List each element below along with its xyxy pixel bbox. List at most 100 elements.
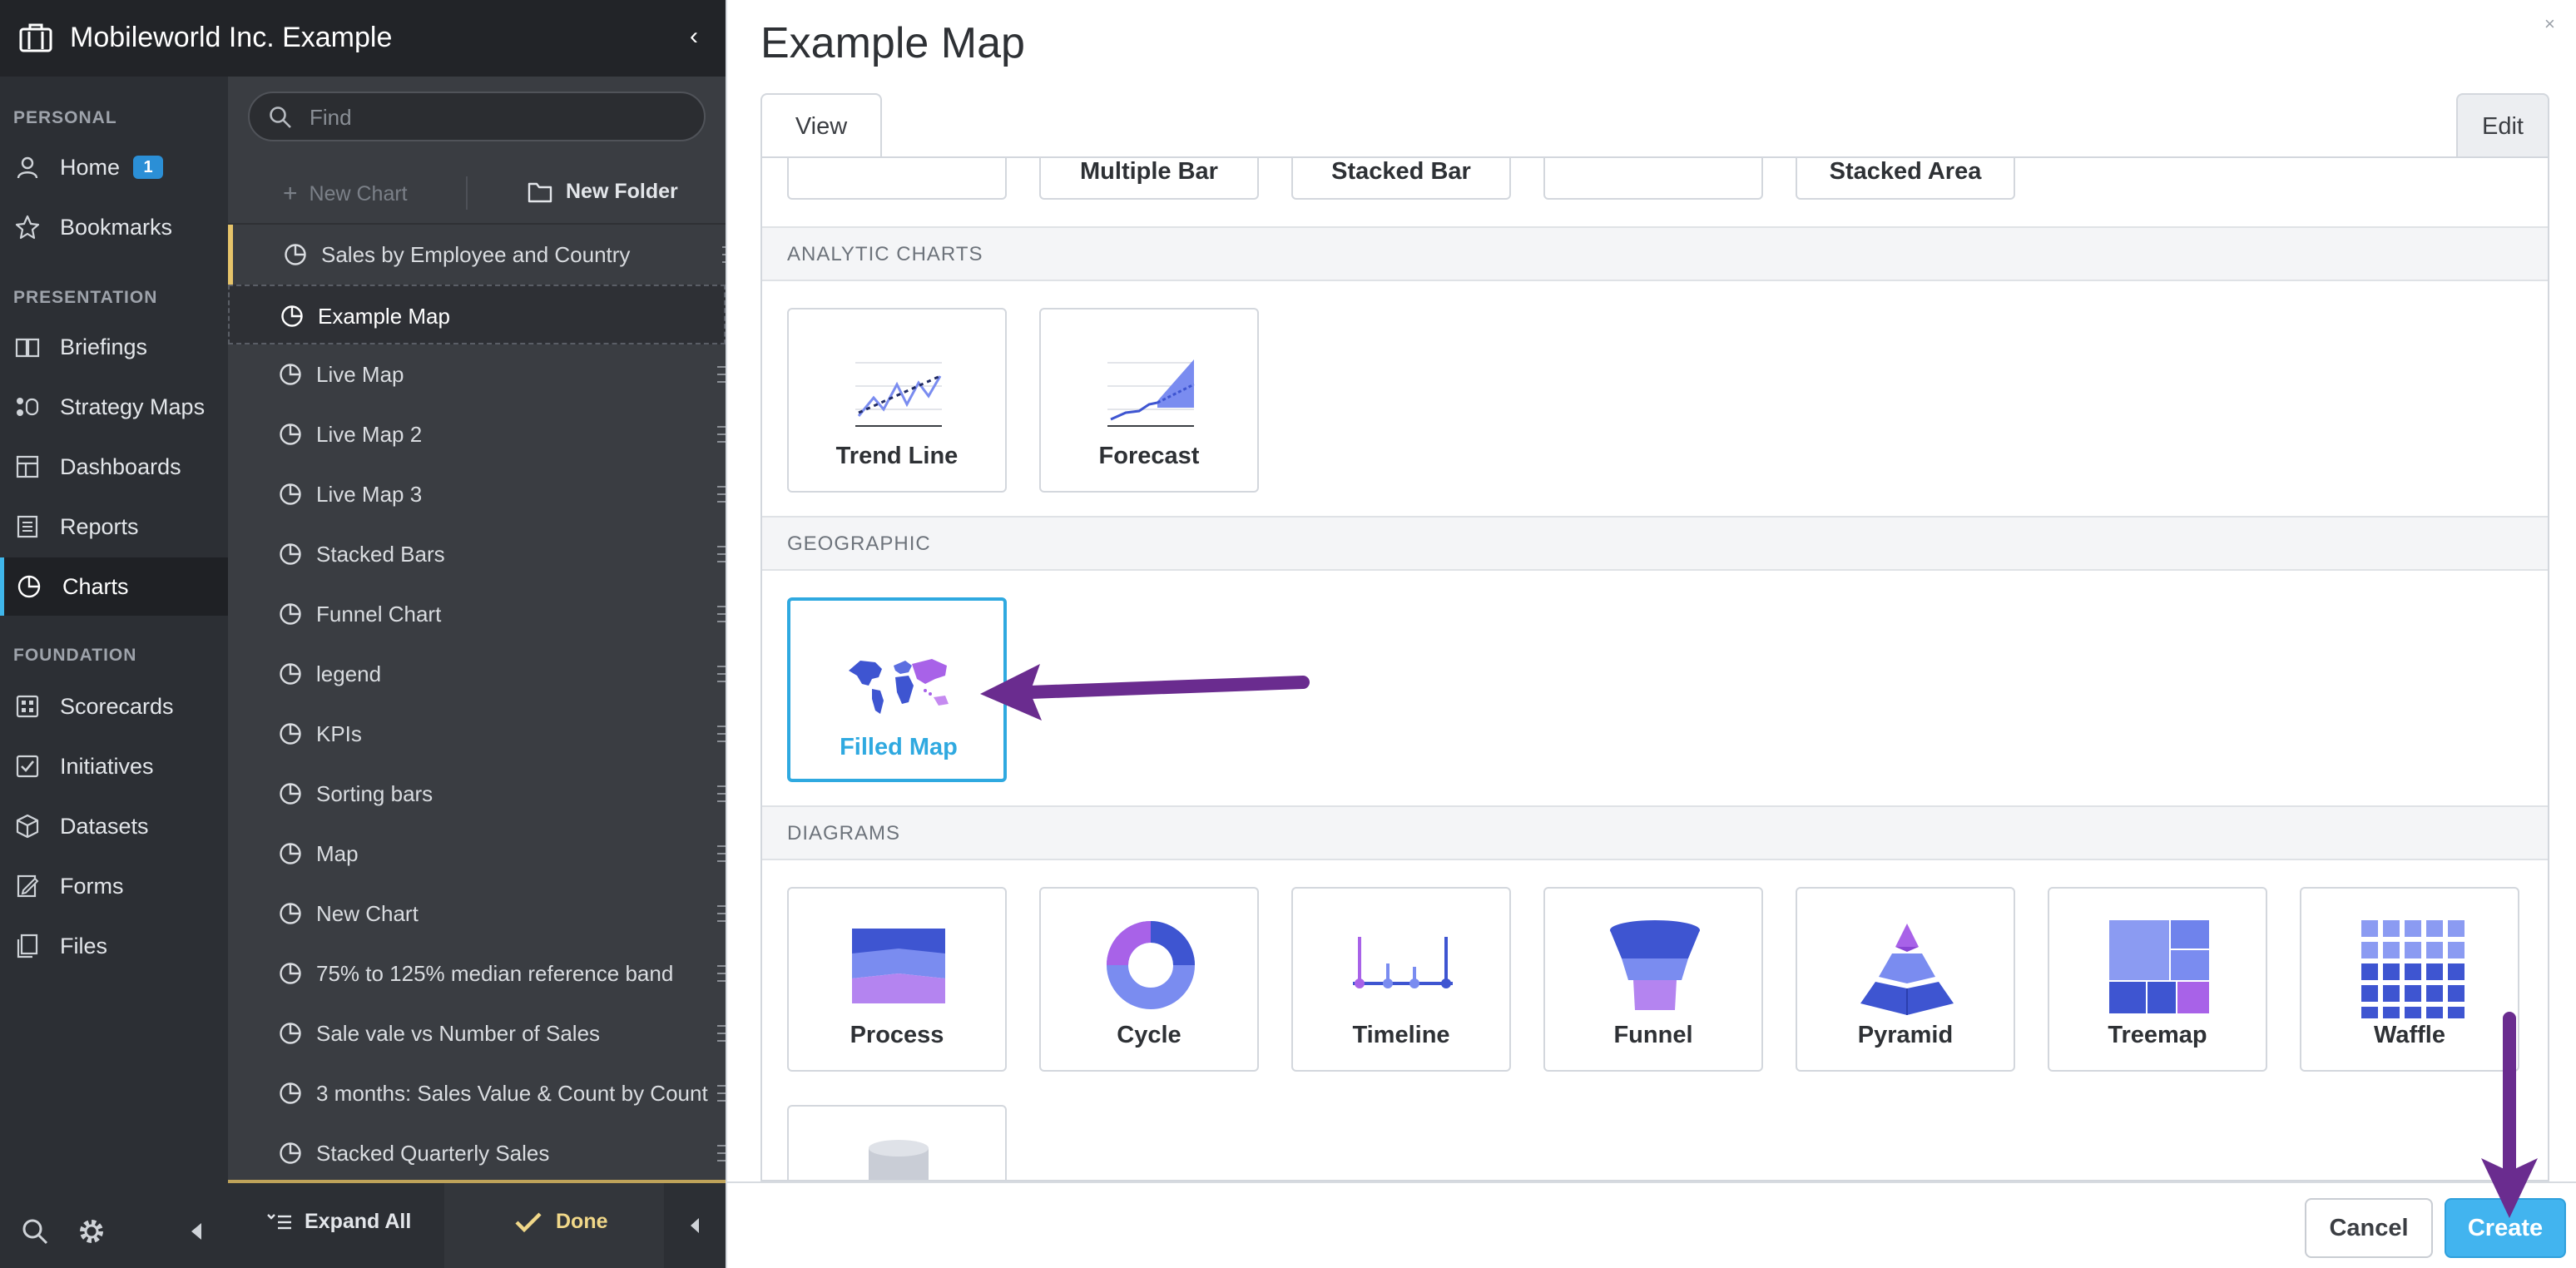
done-label: Done — [556, 1210, 608, 1233]
nav-item-scorecards[interactable]: Scorecards — [0, 682, 228, 729]
list-item-label: New Chart — [316, 901, 419, 926]
nav-item-label: Home — [60, 155, 121, 180]
chart-type-card-waffle[interactable]: Waffle — [2300, 887, 2519, 1072]
nav-item-home[interactable]: Home 1 — [0, 143, 228, 190]
create-button[interactable]: Create — [2445, 1198, 2566, 1258]
collapse-left-icon[interactable] — [687, 1213, 702, 1238]
tab-edit[interactable]: Edit — [2456, 93, 2549, 158]
chart-type-card-cycle[interactable]: Cycle — [1039, 887, 1259, 1072]
drag-handle-icon[interactable] — [717, 606, 726, 622]
nav-item-bookmarks[interactable]: Bookmarks — [0, 203, 228, 250]
chart-type-card-forecast[interactable]: Forecast — [1039, 308, 1259, 493]
gear-icon[interactable] — [77, 1216, 107, 1246]
pie-chart-icon — [285, 244, 306, 265]
chart-type-card-trend-line[interactable]: Trend Line — [787, 308, 1007, 493]
drag-handle-icon[interactable] — [717, 666, 726, 682]
pie-chart-icon — [280, 843, 301, 864]
cancel-button[interactable]: Cancel — [2305, 1198, 2433, 1258]
chart-type-card-process[interactable]: Process — [787, 887, 1007, 1072]
list-item[interactable]: Live Map 3 — [228, 464, 726, 524]
list-item[interactable]: New Chart — [228, 884, 726, 944]
chart-type-card-timeline[interactable]: Timeline — [1291, 887, 1511, 1072]
list-item[interactable]: Funnel Chart — [228, 584, 726, 644]
chart-type-label: Filled Map — [840, 734, 958, 760]
drag-handle-icon[interactable] — [717, 426, 726, 443]
checkmark-icon — [515, 1211, 542, 1232]
drag-handle-icon[interactable] — [717, 965, 726, 982]
done-button[interactable]: Done — [444, 1183, 664, 1268]
drag-handle-icon[interactable] — [717, 546, 726, 562]
drag-handle-icon[interactable] — [717, 1025, 726, 1042]
section-header-diagrams: DIAGRAMS — [762, 805, 2548, 860]
new-chart-button[interactable]: + New Chart — [283, 180, 408, 208]
pie-chart-icon — [280, 1142, 301, 1164]
drag-handle-icon[interactable] — [717, 785, 726, 802]
list-item[interactable]: Stacked Bars — [228, 524, 726, 584]
nav-item-label: Reports — [60, 514, 139, 539]
nav-item-strategy-maps[interactable]: Strategy Maps — [0, 383, 228, 429]
pie-chart-icon — [281, 305, 303, 327]
drag-handle-icon[interactable] — [717, 486, 726, 503]
person-icon — [17, 156, 38, 179]
list-item[interactable]: Map — [228, 824, 726, 884]
pie-chart-icon — [280, 663, 301, 685]
list-item[interactable]: Live Map 2 — [228, 404, 726, 464]
chart-type-card-multiple-bar[interactable]: Multiple Bar — [1039, 158, 1259, 200]
close-icon[interactable]: × — [2544, 13, 2555, 35]
nav-item-files[interactable]: Files — [0, 922, 228, 968]
list-item-label: 75% to 125% median reference band — [316, 961, 674, 986]
drag-handle-icon[interactable] — [717, 845, 726, 862]
search-box[interactable] — [248, 92, 706, 141]
collapse-left-icon[interactable] — [188, 1216, 205, 1246]
nav-item-dashboards[interactable]: Dashboards — [0, 443, 228, 489]
chart-type-card-stacked-area[interactable]: Stacked Area — [1796, 158, 2015, 200]
trend-line-chart-icon — [855, 362, 942, 427]
chart-type-label: Cycle — [1117, 1022, 1181, 1048]
main-nav: PERSONAL Home 1 Bookmarks PRESENTATION B… — [0, 0, 228, 1268]
chart-type-card[interactable] — [1543, 158, 1763, 200]
drag-handle-icon[interactable] — [717, 726, 726, 742]
nav-item-charts[interactable]: Charts — [0, 557, 228, 616]
nav-item-initiatives[interactable]: Initiatives — [0, 742, 228, 789]
chart-type-card-stacked-bar[interactable]: Stacked Bar — [1291, 158, 1511, 200]
chart-type-card[interactable] — [787, 158, 1007, 200]
strategy-map-icon — [17, 398, 39, 416]
nav-item-reports[interactable]: Reports — [0, 503, 228, 549]
forecast-chart-icon — [1107, 359, 1195, 427]
folder-icon — [528, 182, 552, 202]
list-item[interactable]: 75% to 125% median reference band — [228, 944, 726, 1003]
section-label-foundation: FOUNDATION — [13, 646, 137, 665]
nav-item-datasets[interactable]: Datasets — [0, 802, 228, 849]
chart-type-card-filled-map[interactable]: Filled Map — [787, 597, 1007, 782]
list-item[interactable]: Sorting bars — [228, 764, 726, 824]
expand-all-button[interactable]: Expand All — [266, 1210, 411, 1234]
list-item-selected[interactable]: Example Map — [228, 285, 726, 344]
list-item[interactable]: Stacked Quarterly Sales — [228, 1123, 726, 1183]
drag-handle-icon[interactable] — [717, 366, 726, 383]
new-folder-button[interactable]: New Folder — [528, 180, 678, 204]
drag-handle-icon[interactable] — [717, 1145, 726, 1162]
list-item[interactable]: Sale vale vs Number of Sales — [228, 1003, 726, 1063]
chart-type-card[interactable] — [787, 1105, 1007, 1180]
nav-item-forms[interactable]: Forms — [0, 862, 228, 909]
chart-type-label: Multiple Bar — [1080, 158, 1218, 185]
chart-type-card-funnel[interactable]: Funnel — [1543, 887, 1763, 1072]
chart-type-card-pyramid[interactable]: Pyramid — [1796, 887, 2015, 1072]
search-input[interactable] — [310, 102, 692, 133]
tab-view[interactable]: View — [760, 93, 882, 158]
chart-type-card-treemap[interactable]: Treemap — [2048, 887, 2267, 1072]
collapse-panel-button[interactable]: ‹ — [684, 23, 704, 50]
list-item[interactable]: KPIs — [228, 704, 726, 764]
list-item[interactable]: Live Map — [228, 344, 726, 404]
drag-handle-icon[interactable] — [717, 1085, 726, 1102]
notification-badge: 1 — [133, 156, 163, 179]
list-item[interactable]: legend — [228, 644, 726, 704]
list-item[interactable]: 3 months: Sales Value & Count by Country — [228, 1063, 726, 1123]
drag-handle-icon[interactable] — [717, 905, 726, 922]
nav-item-briefings[interactable]: Briefings — [0, 323, 228, 369]
search-icon[interactable] — [20, 1216, 50, 1246]
list-item[interactable]: Sales by Employee and Country — [228, 225, 726, 285]
list-item-label: Sales by Employee and Country — [321, 242, 631, 267]
chart-type-picker: Multiple Bar Stacked Bar Stacked Area AN… — [760, 156, 2549, 1181]
chart-list-panel: + New Chart New Folder Sales by Employee… — [228, 77, 726, 1268]
